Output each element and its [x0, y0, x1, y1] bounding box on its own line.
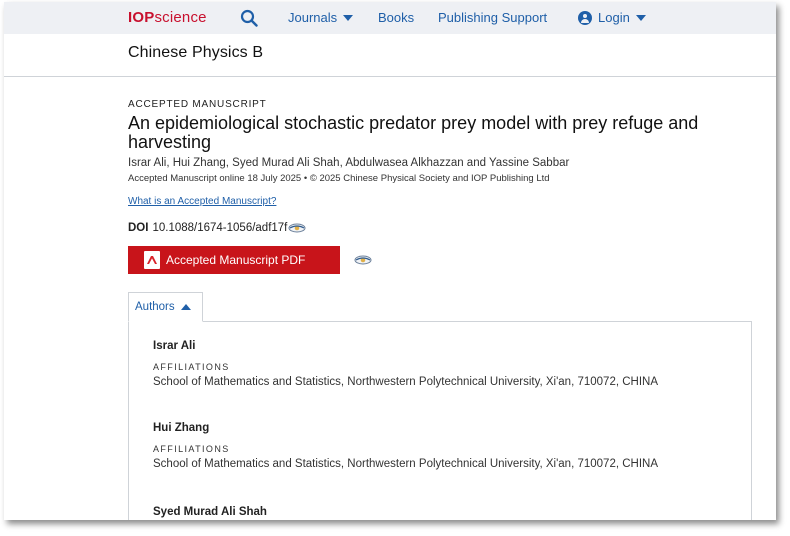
- search-icon[interactable]: [240, 9, 258, 27]
- publication-info: Accepted Manuscript online 18 July 2025 …: [128, 173, 550, 184]
- article-title: An epidemiological stochastic predator p…: [128, 113, 699, 152]
- chevron-up-icon: [180, 304, 191, 310]
- doi-label: DOI: [128, 222, 149, 234]
- doi-line: DOI 10.1088/1674-1056/adf17f: [128, 222, 306, 234]
- altmetric-eye-icon[interactable]: [288, 223, 306, 233]
- nav-login[interactable]: Login: [578, 10, 646, 25]
- journal-title[interactable]: Chinese Physics B: [128, 44, 263, 62]
- article-type-label: ACCEPTED MANUSCRIPT: [128, 99, 267, 110]
- nav-login-label: Login: [598, 10, 630, 25]
- affiliations-label: AFFILIATIONS: [153, 444, 230, 454]
- top-navigation-bar: IOPscience Journals Books Publishing Sup…: [4, 2, 776, 34]
- authors-panel: Israr Ali AFFILIATIONS School of Mathema…: [128, 321, 752, 520]
- pdf-file-icon: [144, 251, 160, 269]
- altmetric-eye-icon[interactable]: [354, 255, 372, 265]
- page-frame: IOPscience Journals Books Publishing Sup…: [4, 2, 776, 520]
- author-entry: Hui Zhang AFFILIATIONS School of Mathema…: [153, 422, 693, 472]
- chevron-down-icon: [343, 14, 354, 21]
- chevron-down-icon: [635, 14, 646, 21]
- nav-books[interactable]: Books: [378, 10, 414, 25]
- author-name: Syed Murad Ali Shah: [153, 506, 267, 518]
- logo-science-text: science: [154, 9, 207, 26]
- logo-iop-text: IOP: [128, 9, 155, 26]
- affiliations-label: AFFILIATIONS: [153, 362, 230, 372]
- nav-journals[interactable]: Journals: [288, 10, 354, 25]
- author-entry: Israr Ali AFFILIATIONS School of Mathema…: [153, 340, 693, 390]
- author-affiliation: School of Mathematics and Statistics, No…: [153, 376, 659, 388]
- pdf-button-label: Accepted Manuscript PDF: [166, 253, 306, 267]
- tab-authors-label: Authors: [135, 301, 175, 313]
- user-account-icon: [578, 10, 592, 25]
- tab-authors[interactable]: Authors: [128, 292, 203, 322]
- author-name: Hui Zhang: [153, 422, 210, 434]
- doi-value[interactable]: 10.1088/1674-1056/adf17f: [152, 222, 287, 234]
- author-entry: Syed Murad Ali Shah: [153, 506, 267, 518]
- nav-journals-label: Journals: [288, 10, 338, 25]
- iopscience-logo[interactable]: IOPscience: [128, 9, 207, 26]
- author-name: Israr Ali: [153, 340, 196, 352]
- nav-books-label: Books: [378, 10, 415, 25]
- article-authors: Israr Ali, Hui Zhang, Syed Murad Ali Sha…: [128, 157, 570, 169]
- author-affiliation: School of Mathematics and Statistics, No…: [153, 458, 659, 470]
- accepted-manuscript-pdf-button[interactable]: Accepted Manuscript PDF: [128, 246, 340, 274]
- header-divider: [4, 76, 776, 77]
- what-is-accepted-manuscript-link[interactable]: What is an Accepted Manuscript?: [128, 196, 276, 207]
- nav-publishing-support-label: Publishing Support: [438, 10, 548, 25]
- nav-publishing-support[interactable]: Publishing Support: [438, 10, 547, 25]
